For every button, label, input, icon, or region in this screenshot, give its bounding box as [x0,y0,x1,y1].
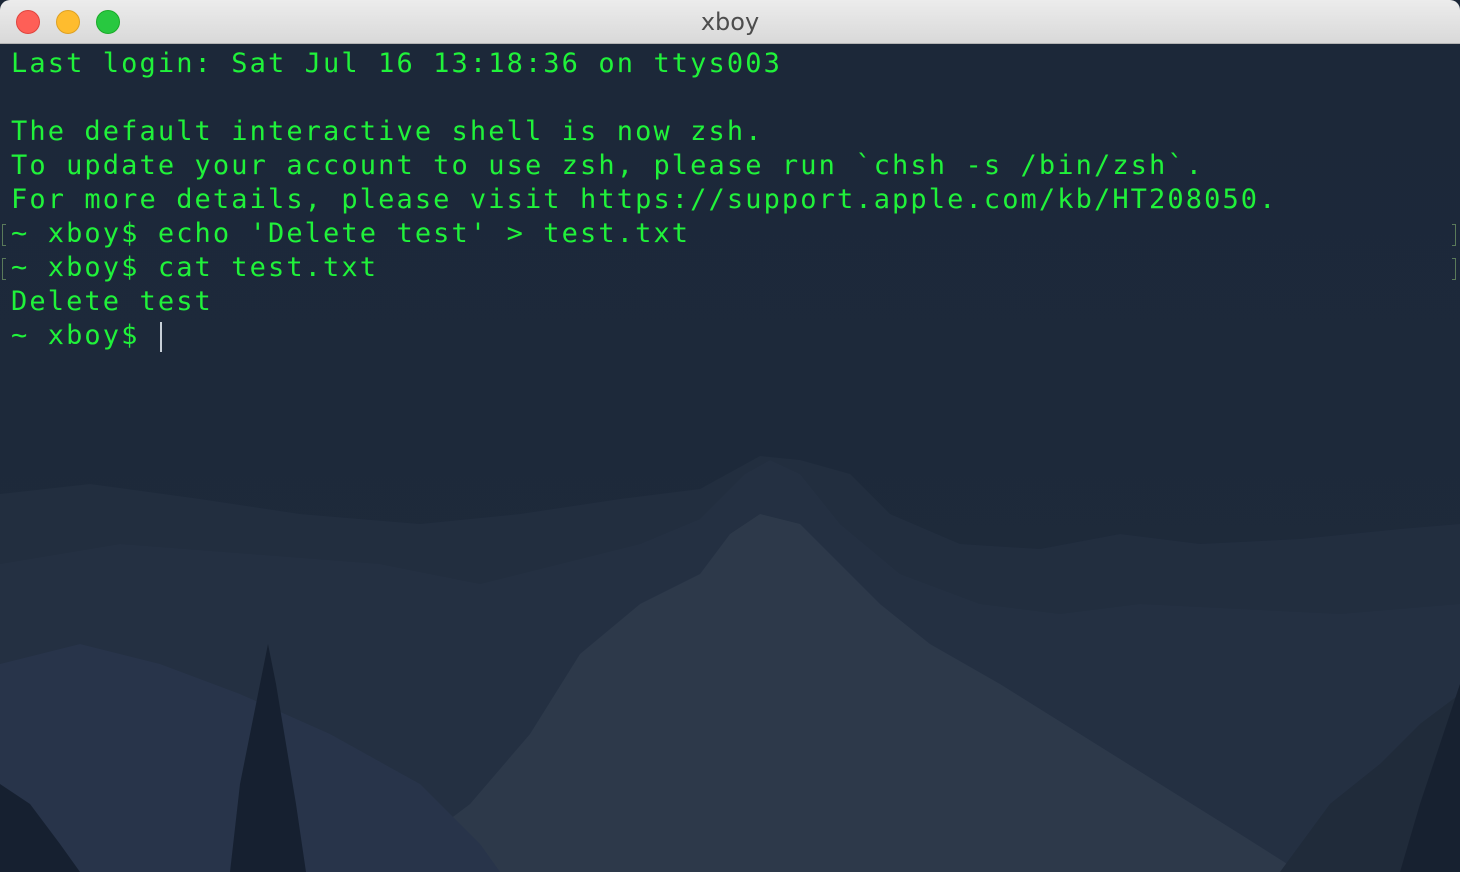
terminal-line: Last login: Sat Jul 16 13:18:36 on ttys0… [11,48,782,79]
terminal-window: xboy Last login: Sat Jul 16 13:18:36 on … [0,0,1460,872]
terminal-line: To update your account to use zsh, pleas… [11,150,1205,181]
terminal-line: ~ xboy$ echo 'Delete test' > test.txt [11,218,691,249]
terminal-line: The default interactive shell is now zsh… [11,116,764,147]
terminal-line: Delete test [11,286,213,317]
window-title: xboy [700,8,760,36]
text-cursor [159,321,162,352]
line-marker-left [2,258,6,280]
terminal-line: For more details, please visit https://s… [11,184,1278,215]
terminal-output: Last login: Sat Jul 16 13:18:36 on ttys0… [11,47,1278,353]
terminal-line: ~ xboy$ cat test.txt [11,252,379,283]
terminal-content-area[interactable]: Last login: Sat Jul 16 13:18:36 on ttys0… [0,44,1460,872]
line-marker-right [1452,258,1456,280]
title-bar[interactable]: xboy [0,0,1460,44]
line-marker-right [1452,224,1456,246]
prompt-line[interactable]: ~ xboy$ [11,319,1278,353]
prompt-text: ~ xboy$ [11,320,158,351]
line-marker-left [2,224,6,246]
